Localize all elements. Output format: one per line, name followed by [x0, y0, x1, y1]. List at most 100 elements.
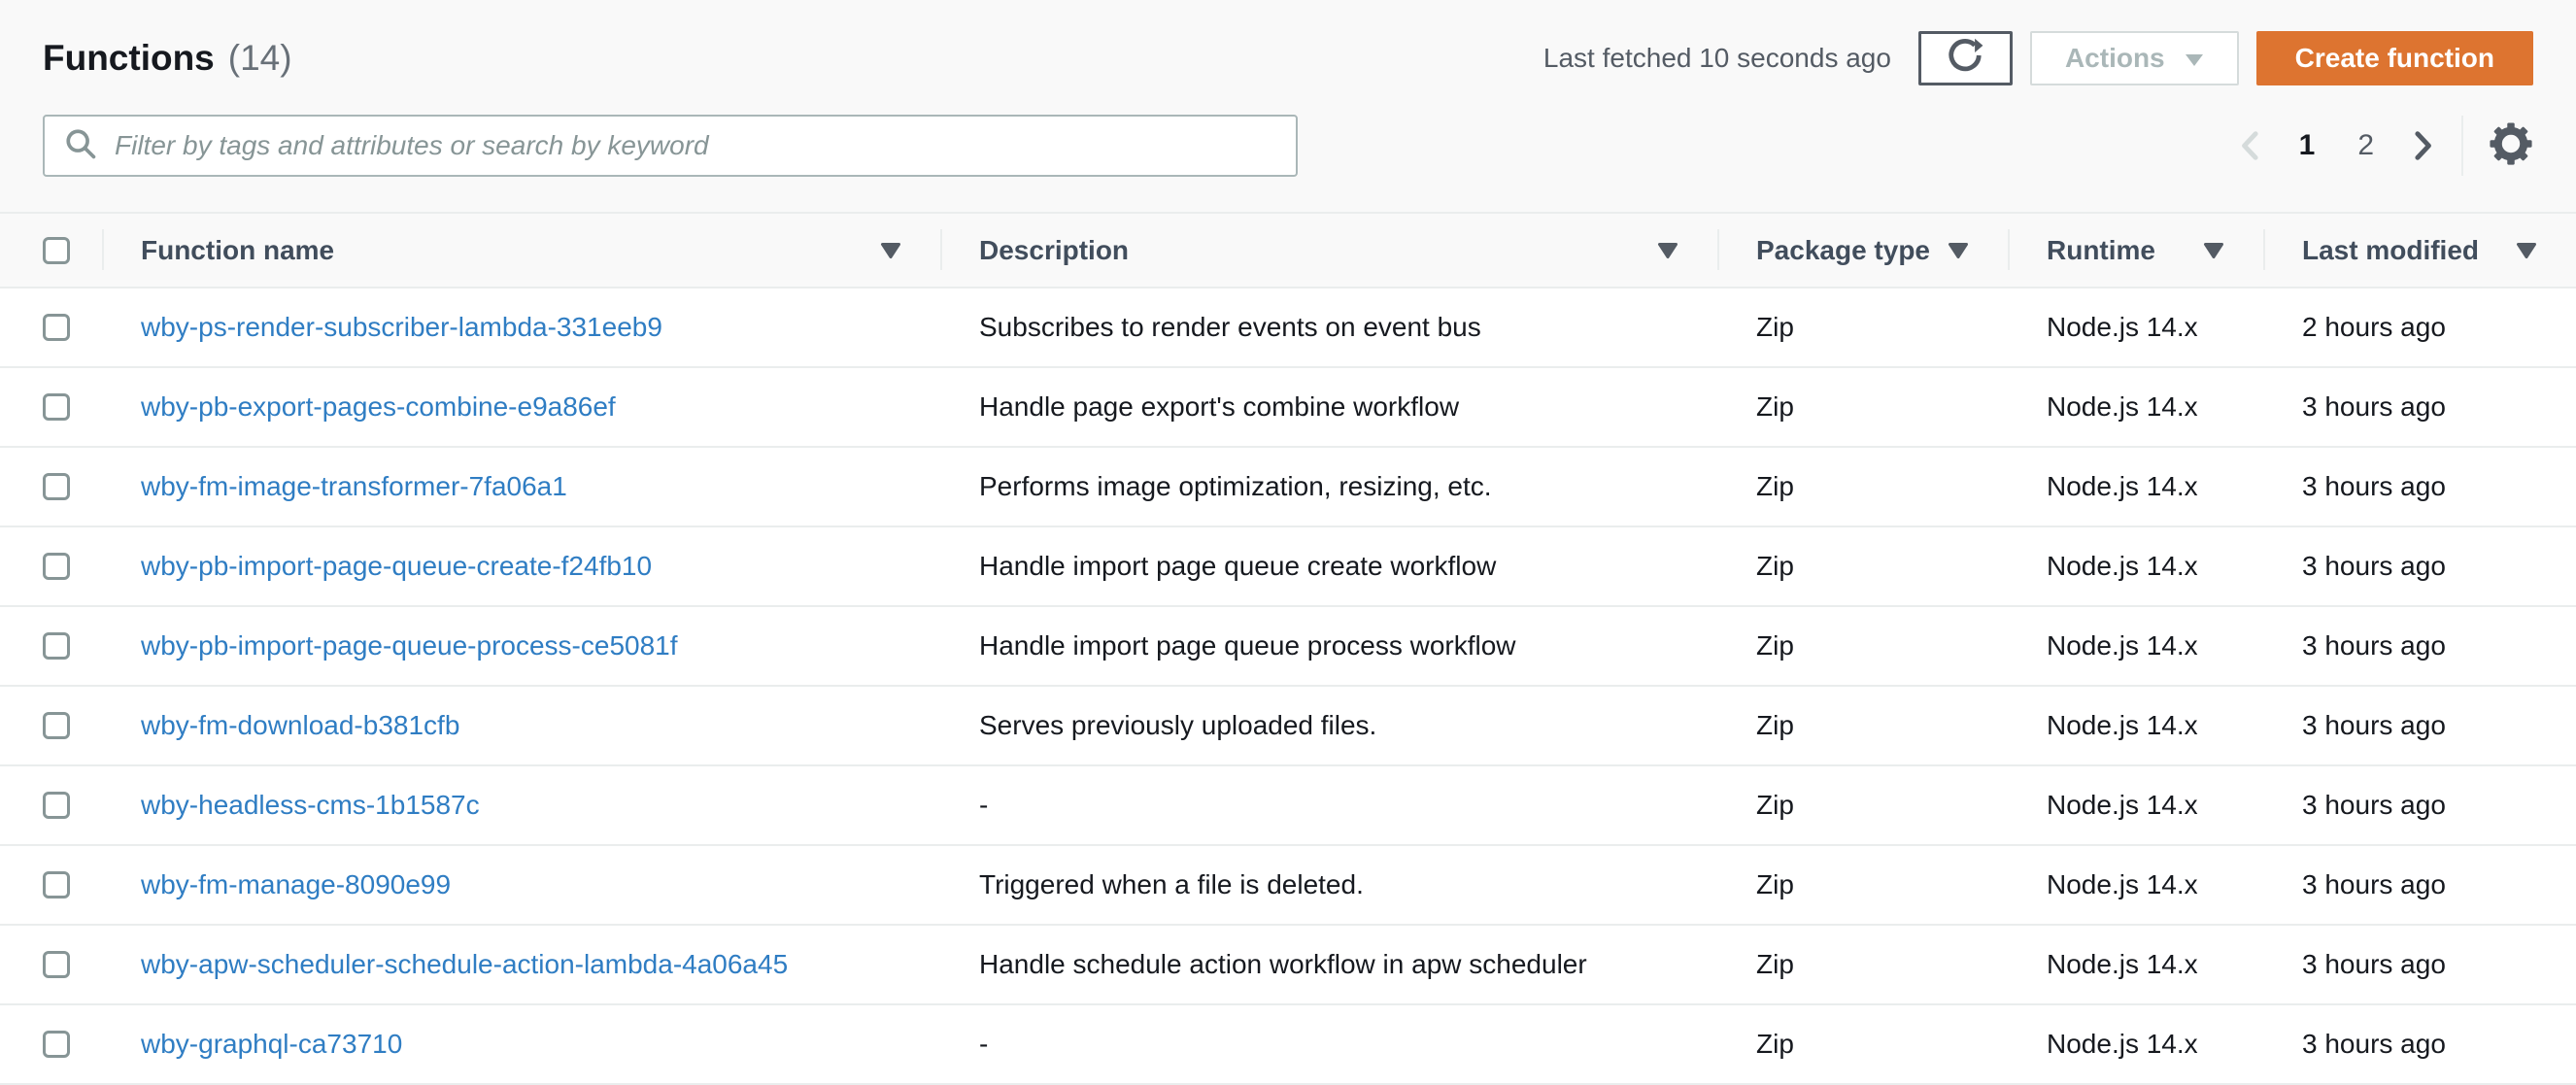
page-title: Functions (14): [43, 38, 292, 79]
row-checkbox[interactable]: [43, 632, 70, 660]
row-checkbox[interactable]: [43, 792, 70, 819]
description-cell: Triggered when a file is deleted.: [979, 869, 1364, 899]
runtime-cell: Node.js 14.x: [2047, 391, 2198, 422]
runtime-cell: Node.js 14.x: [2047, 630, 2198, 661]
last-modified-cell: 3 hours ago: [2302, 949, 2446, 979]
row-checkbox[interactable]: [43, 871, 70, 899]
table-row: wby-fm-manage-8090e99 Triggered when a f…: [0, 846, 2576, 926]
function-name-link[interactable]: wby-apw-scheduler-schedule-action-lambda…: [141, 949, 788, 979]
runtime-cell: Node.js 14.x: [2047, 949, 2198, 979]
function-name-link[interactable]: wby-headless-cms-1b1587c: [141, 790, 480, 820]
function-name-link[interactable]: wby-fm-image-transformer-7fa06a1: [141, 471, 567, 501]
package-type-cell: Zip: [1756, 471, 1794, 501]
function-name-link[interactable]: wby-fm-download-b381cfb: [141, 710, 459, 740]
row-checkbox[interactable]: [43, 553, 70, 580]
function-name-link[interactable]: wby-fm-manage-8090e99: [141, 869, 451, 899]
row-checkbox-cell: [0, 553, 102, 580]
column-header-description[interactable]: Description: [940, 214, 1717, 287]
sort-arrow-icon: [880, 235, 901, 266]
row-checkbox[interactable]: [43, 1031, 70, 1058]
function-name-cell: wby-fm-manage-8090e99: [102, 869, 940, 900]
refresh-button[interactable]: [1917, 31, 2013, 85]
row-checkbox[interactable]: [43, 473, 70, 500]
description-cell: -: [979, 790, 989, 820]
functions-table: Function name Description Package type R…: [0, 212, 2576, 1085]
package-type-cell: Zip: [1756, 1029, 1794, 1059]
function-name-cell: wby-fm-download-b381cfb: [102, 710, 940, 741]
row-checkbox[interactable]: [43, 951, 70, 978]
gear-icon: [2489, 121, 2533, 171]
function-name-link[interactable]: wby-pb-import-page-queue-create-f24fb10: [141, 551, 652, 581]
create-function-button[interactable]: Create function: [2255, 31, 2533, 85]
search-input[interactable]: [113, 129, 1276, 162]
select-all-cell: [0, 214, 102, 287]
table-row: wby-pb-export-pages-combine-e9a86ef Hand…: [0, 368, 2576, 448]
runtime-cell: Node.js 14.x: [2047, 710, 2198, 740]
last-modified-cell: 3 hours ago: [2302, 790, 2446, 820]
next-page-button[interactable]: [2411, 131, 2436, 160]
function-name-link[interactable]: wby-pb-import-page-queue-process-ce5081f: [141, 630, 678, 661]
column-header-label: Runtime: [2047, 234, 2155, 265]
column-header-label: Description: [979, 234, 1130, 265]
column-header-package-type[interactable]: Package type: [1717, 214, 2008, 287]
runtime-cell: Node.js 14.x: [2047, 790, 2198, 820]
toolbar: Functions (14) Last fetched 10 seconds a…: [0, 0, 2576, 85]
sort-arrow-icon: [1948, 235, 1969, 266]
description-cell: -: [979, 1029, 989, 1059]
description-cell: Handle page export's combine workflow: [979, 391, 1460, 422]
row-checkbox-cell: [0, 314, 102, 341]
table-row: wby-graphql-ca73710 - Zip Node.js 14.x 3…: [0, 1005, 2576, 1085]
search-box: [43, 115, 1298, 177]
column-header-last-modified[interactable]: Last modified: [2263, 214, 2576, 287]
runtime-cell: Node.js 14.x: [2047, 471, 2198, 501]
function-name-link[interactable]: wby-pb-export-pages-combine-e9a86ef: [141, 391, 616, 422]
column-header-function-name[interactable]: Function name: [102, 214, 940, 287]
row-checkbox-cell: [0, 473, 102, 500]
runtime-cell: Node.js 14.x: [2047, 869, 2198, 899]
page-button-2[interactable]: 2: [2352, 129, 2380, 162]
previous-page-button[interactable]: [2237, 131, 2262, 160]
row-checkbox-cell: [0, 871, 102, 899]
filter-row: 1 2: [0, 115, 2576, 177]
table-row: wby-pb-import-page-queue-create-f24fb10 …: [0, 527, 2576, 607]
row-checkbox[interactable]: [43, 712, 70, 739]
utilities-divider: [2461, 116, 2463, 176]
runtime-cell: Node.js 14.x: [2047, 551, 2198, 581]
last-modified-cell: 3 hours ago: [2302, 1029, 2446, 1059]
caret-down-icon: [2185, 43, 2204, 74]
package-type-cell: Zip: [1756, 869, 1794, 899]
last-modified-cell: 3 hours ago: [2302, 869, 2446, 899]
pagination: 1 2: [2237, 129, 2436, 162]
function-name-cell: wby-apw-scheduler-schedule-action-lambda…: [102, 949, 940, 980]
row-checkbox[interactable]: [43, 314, 70, 341]
package-type-cell: Zip: [1756, 790, 1794, 820]
actions-button[interactable]: Actions: [2029, 31, 2239, 85]
function-name-link[interactable]: wby-ps-render-subscriber-lambda-331eeb9: [141, 312, 662, 342]
column-header-label: Package type: [1756, 234, 1930, 265]
function-name-link[interactable]: wby-graphql-ca73710: [141, 1029, 402, 1059]
table-row: wby-ps-render-subscriber-lambda-331eeb9 …: [0, 288, 2576, 368]
package-type-cell: Zip: [1756, 551, 1794, 581]
page-title-text: Functions: [43, 38, 215, 78]
sort-arrow-icon: [2516, 235, 2537, 266]
select-all-checkbox[interactable]: [43, 236, 70, 264]
description-cell: Handle import page queue create workflow: [979, 551, 1497, 581]
row-checkbox-cell: [0, 712, 102, 739]
column-header-label: Function name: [141, 234, 335, 265]
table-utilities: 1 2: [2237, 116, 2533, 176]
table-row: wby-headless-cms-1b1587c - Zip Node.js 1…: [0, 766, 2576, 846]
function-name-cell: wby-pb-import-page-queue-process-ce5081f: [102, 630, 940, 661]
toolbar-controls: Last fetched 10 seconds ago Actions Crea…: [1543, 31, 2533, 85]
description-cell: Subscribes to render events on event bus: [979, 312, 1481, 342]
table-row: wby-pb-import-page-queue-process-ce5081f…: [0, 607, 2576, 687]
page-button-1[interactable]: 1: [2293, 129, 2322, 162]
preferences-button[interactable]: [2489, 121, 2533, 171]
column-header-runtime[interactable]: Runtime: [2008, 214, 2263, 287]
description-cell: Serves previously uploaded files.: [979, 710, 1377, 740]
row-checkbox[interactable]: [43, 393, 70, 421]
package-type-cell: Zip: [1756, 391, 1794, 422]
row-checkbox-cell: [0, 393, 102, 421]
actions-button-label: Actions: [2064, 43, 2165, 73]
function-name-cell: wby-headless-cms-1b1587c: [102, 790, 940, 821]
description-cell: Handle import page queue process workflo…: [979, 630, 1516, 661]
